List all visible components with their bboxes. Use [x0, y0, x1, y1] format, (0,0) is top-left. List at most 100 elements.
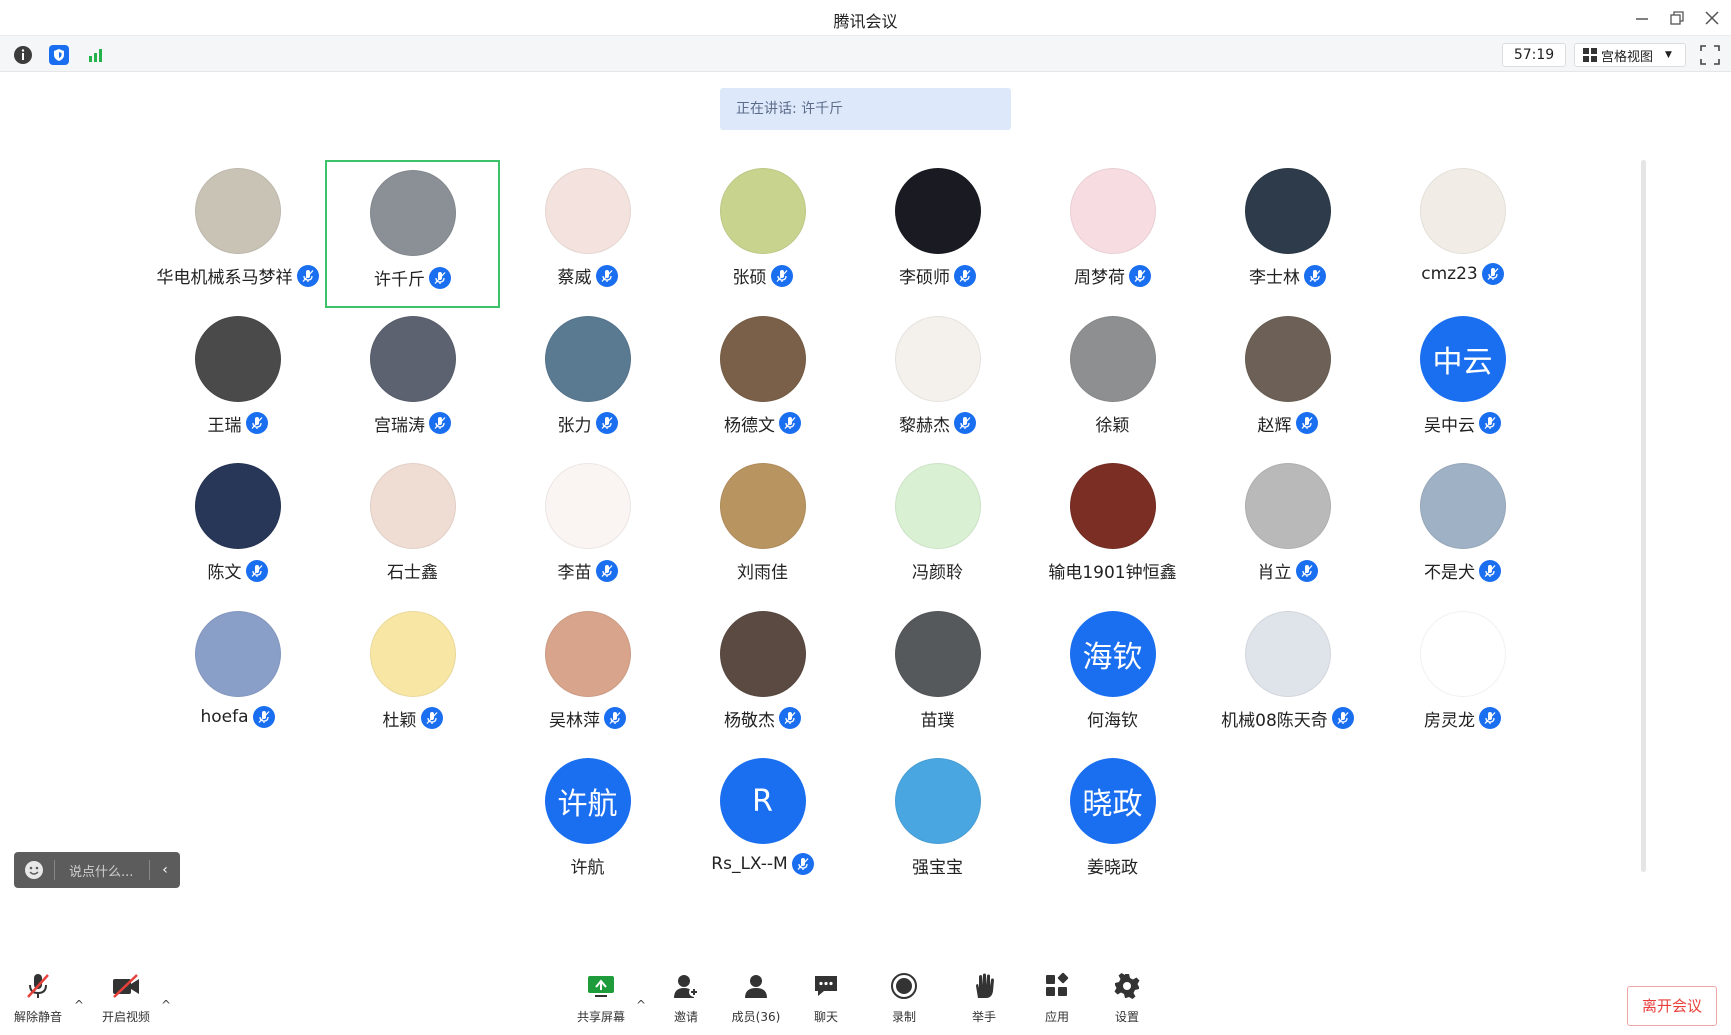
- participant-tile[interactable]: 输电1901钟恒鑫: [1025, 455, 1200, 603]
- participant-tile[interactable]: 张力: [500, 308, 675, 456]
- info-button[interactable]: [12, 44, 34, 66]
- avatar: 中云: [1419, 315, 1506, 402]
- audio-options-caret[interactable]: ^: [72, 998, 86, 1012]
- participant-tile[interactable]: 刘雨佳: [675, 455, 850, 603]
- participant-tile[interactable]: 周梦荷: [1025, 160, 1200, 308]
- avatar: [194, 168, 281, 254]
- share-screen-button[interactable]: 共享屏幕: [565, 970, 637, 1028]
- avatar: [369, 610, 456, 697]
- participant-tile[interactable]: cmz23: [1375, 160, 1550, 308]
- settings-label: 设置: [1114, 1010, 1139, 1024]
- participant-tile[interactable]: 肖立: [1200, 455, 1375, 603]
- participant-tile[interactable]: 冯颜聆: [850, 455, 1025, 603]
- mic-icon: [779, 412, 801, 434]
- view-mode-dropdown[interactable]: 宫格视图 ▼: [1574, 43, 1686, 67]
- participant-name: 宫瑞涛: [374, 415, 425, 436]
- minimize-button[interactable]: [1625, 4, 1659, 32]
- participant-tile[interactable]: 李硕师: [850, 160, 1025, 308]
- participant-tile[interactable]: 杨德文: [675, 308, 850, 456]
- settings-button[interactable]: 设置: [1091, 970, 1163, 1028]
- video-options-caret[interactable]: ^: [159, 998, 173, 1012]
- unmute-button[interactable]: 解除静音: [2, 970, 74, 1028]
- participant-tile[interactable]: 房灵龙: [1375, 603, 1550, 751]
- avatar: [369, 170, 456, 256]
- participant-tile[interactable]: 华电机械系马梦祥: [150, 160, 325, 308]
- participant-tile[interactable]: hoefa: [150, 603, 325, 751]
- participant-tile[interactable]: 黎赫杰: [850, 308, 1025, 456]
- avatar: [544, 315, 631, 402]
- participant-tile[interactable]: 徐颖: [1025, 308, 1200, 456]
- raise-hand-icon: [976, 973, 994, 998]
- participant-tile[interactable]: 中云 吴中云: [1375, 308, 1550, 456]
- participant-tile[interactable]: 苗璞: [850, 603, 1025, 751]
- participant-tile[interactable]: 李士林: [1200, 160, 1375, 308]
- record-button[interactable]: 录制: [868, 970, 940, 1028]
- participant-tile[interactable]: 张硕: [675, 160, 850, 308]
- participant-tile[interactable]: 李苗: [500, 455, 675, 603]
- mic-icon: [245, 412, 268, 434]
- share-options-caret[interactable]: ^: [634, 998, 648, 1012]
- participant-tile[interactable]: 不是犬: [1375, 455, 1550, 603]
- chat-quick-input[interactable]: 说点什么... ‹: [14, 852, 180, 888]
- participant-name: 华电机械系马梦祥: [156, 268, 293, 288]
- avatar: [1244, 610, 1331, 697]
- collapse-chevron-icon[interactable]: ‹: [150, 862, 180, 878]
- start-video-button[interactable]: 开启视频: [90, 970, 162, 1028]
- participant-tile[interactable]: 强宝宝: [850, 750, 1025, 898]
- participant-name-row: 杨德文: [675, 411, 850, 436]
- chat-button[interactable]: 聊天: [790, 970, 862, 1028]
- participant-tile[interactable]: 晓政 姜晓政: [1025, 750, 1200, 898]
- bottom-control-bar: 解除静音 ^ 开启视频 ^ 共享屏幕 ^ 邀请 成员(36) 聊天 录制 举手 …: [0, 966, 1731, 1035]
- network-status-button[interactable]: [85, 44, 107, 66]
- participant-name-row: 姜晓政: [1025, 853, 1200, 878]
- avatar: [544, 463, 631, 549]
- avatar: [719, 610, 806, 697]
- participant-name-row: 机械08陈天奇: [1200, 706, 1375, 731]
- participant-name-row: 李苗: [500, 558, 675, 583]
- participant-tile[interactable]: 杜颖: [325, 603, 500, 751]
- participant-tile[interactable]: 吴林萍: [500, 603, 675, 751]
- participant-tile[interactable]: 宫瑞涛: [325, 308, 500, 456]
- participant-name-row: 蔡威: [500, 263, 675, 288]
- grid-scrollbar[interactable]: [1641, 160, 1646, 872]
- emoji-icon[interactable]: [24, 860, 44, 880]
- participant-tile[interactable]: 许千斤: [325, 160, 500, 308]
- avatar: [1069, 315, 1156, 402]
- avatar: [194, 610, 281, 697]
- invite-button[interactable]: 邀请: [650, 970, 722, 1028]
- participant-name: 输电1901钟恒鑫: [1048, 563, 1177, 583]
- participant-tile[interactable]: 许航 许航: [500, 750, 675, 898]
- participant-tile[interactable]: 海钦 何海钦: [1025, 603, 1200, 751]
- members-button[interactable]: 成员(36): [720, 970, 792, 1028]
- participant-name: 张硕: [732, 268, 767, 288]
- participant-name-row: 强宝宝: [850, 853, 1025, 878]
- participant-name-row: 华电机械系马梦祥: [150, 263, 325, 288]
- security-button[interactable]: [48, 44, 70, 66]
- participant-tile[interactable]: 石士鑫: [325, 455, 500, 603]
- participant-name-row: 黎赫杰: [850, 411, 1025, 436]
- avatar: [894, 758, 981, 844]
- participant-tile[interactable]: 王瑞: [150, 308, 325, 456]
- participant-tile[interactable]: 蔡威: [500, 160, 675, 308]
- avatar: [544, 168, 631, 254]
- fullscreen-button[interactable]: [1700, 45, 1720, 65]
- mic-icon: [595, 412, 618, 434]
- participant-tile[interactable]: 机械08陈天奇: [1200, 603, 1375, 751]
- participant-name: 肖立: [1257, 563, 1292, 583]
- raise-hand-button[interactable]: 举手: [948, 970, 1020, 1028]
- restore-button[interactable]: [1660, 4, 1694, 32]
- avatar: [1069, 463, 1156, 549]
- apps-button[interactable]: 应用: [1021, 970, 1093, 1028]
- participant-tile[interactable]: 赵辉: [1200, 308, 1375, 456]
- participant-tile[interactable]: 杨敬杰: [675, 603, 850, 751]
- close-button[interactable]: [1695, 4, 1729, 32]
- leave-meeting-button[interactable]: 离开会议: [1627, 986, 1717, 1026]
- participant-name-row: hoefa: [150, 705, 325, 728]
- avatar: [369, 463, 456, 549]
- participant-name-row: 周梦荷: [1025, 263, 1200, 288]
- participant-tile[interactable]: 陈文: [150, 455, 325, 603]
- chat-placeholder[interactable]: 说点什么...: [69, 861, 149, 880]
- view-mode-label: 宫格视图: [1601, 49, 1654, 65]
- participant-name: 李硕师: [899, 268, 950, 288]
- participant-tile[interactable]: R Rs_LX--M: [675, 750, 850, 898]
